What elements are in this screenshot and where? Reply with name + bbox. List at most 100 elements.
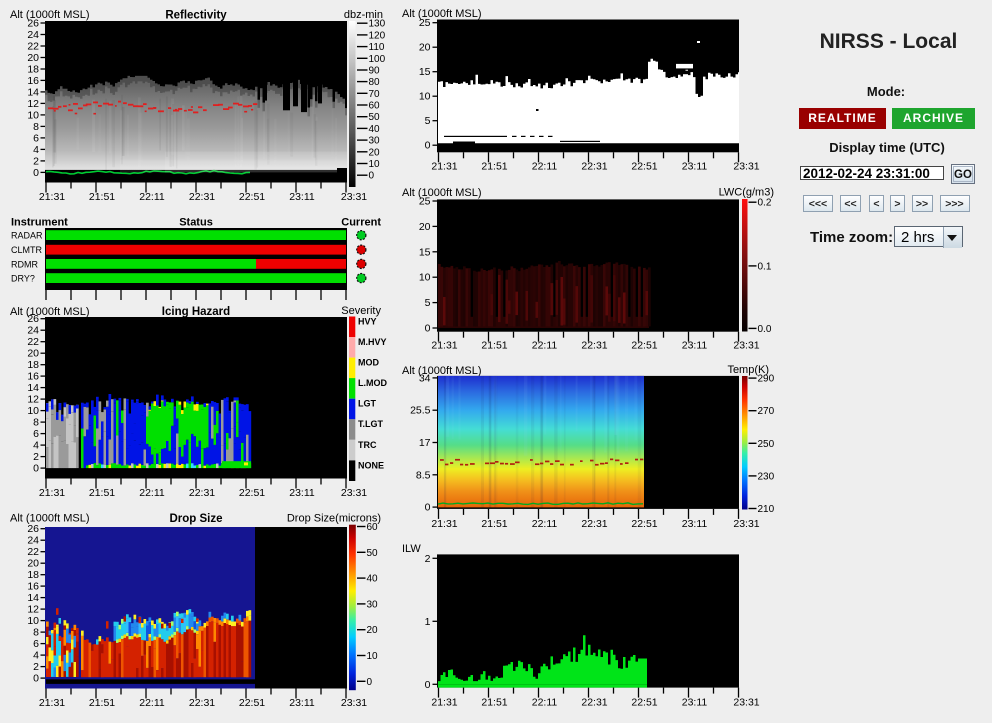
svg-text:Alt (1000ft MSL): Alt (1000ft MSL) [402, 365, 481, 377]
svg-text:24: 24 [27, 29, 39, 41]
svg-text:Alt (1000ft MSL): Alt (1000ft MSL) [402, 8, 481, 20]
svg-text:20: 20 [419, 221, 431, 233]
svg-text:22:51: 22:51 [239, 191, 265, 203]
svg-text:21:31: 21:31 [39, 697, 65, 709]
svg-text:21:51: 21:51 [481, 340, 507, 352]
svg-text:17: 17 [419, 437, 431, 449]
svg-text:40: 40 [369, 124, 381, 135]
svg-text:23:31: 23:31 [341, 697, 367, 709]
svg-text:0: 0 [425, 323, 431, 335]
svg-text:2: 2 [33, 451, 39, 463]
svg-text:22:31: 22:31 [189, 697, 215, 709]
svg-text:M.HVY: M.HVY [358, 337, 387, 347]
svg-text:20: 20 [27, 558, 39, 570]
svg-text:18: 18 [27, 569, 39, 581]
svg-text:10: 10 [27, 405, 39, 417]
svg-text:Reflectivity: Reflectivity [165, 10, 227, 22]
svg-text:23:11: 23:11 [682, 340, 708, 352]
svg-text:8.5: 8.5 [416, 469, 431, 481]
svg-text:23:11: 23:11 [682, 697, 708, 709]
svg-text:22:51: 22:51 [631, 340, 657, 352]
svg-text:23:31: 23:31 [733, 518, 759, 530]
svg-text:Drop Size: Drop Size [169, 513, 222, 525]
svg-text:22:51: 22:51 [239, 697, 265, 709]
svg-text:30: 30 [369, 136, 381, 147]
svg-text:ILW: ILW [402, 543, 421, 555]
svg-text:Severity: Severity [341, 305, 381, 317]
svg-text:21:31: 21:31 [431, 518, 457, 530]
svg-text:22:11: 22:11 [532, 161, 558, 173]
svg-text:50: 50 [369, 112, 381, 123]
svg-text:20: 20 [369, 147, 381, 158]
svg-text:Instrument: Instrument [11, 217, 68, 229]
svg-text:0: 0 [33, 673, 39, 685]
svg-text:Alt (1000ft MSL): Alt (1000ft MSL) [10, 306, 89, 318]
svg-text:2: 2 [33, 155, 39, 167]
svg-text:0: 0 [33, 167, 39, 179]
svg-text:22: 22 [27, 336, 39, 348]
svg-text:2: 2 [425, 553, 431, 565]
svg-text:130: 130 [369, 19, 386, 30]
svg-text:20: 20 [27, 52, 39, 64]
svg-text:21:51: 21:51 [89, 697, 115, 709]
svg-text:6: 6 [33, 132, 39, 144]
svg-text:20: 20 [367, 625, 379, 636]
svg-text:22:31: 22:31 [189, 191, 215, 203]
svg-text:23:11: 23:11 [289, 697, 315, 709]
svg-text:22:51: 22:51 [239, 487, 265, 499]
svg-text:23:11: 23:11 [682, 161, 708, 173]
svg-text:0: 0 [425, 502, 431, 514]
svg-text:MOD: MOD [358, 358, 379, 368]
svg-text:4: 4 [33, 144, 39, 156]
svg-text:22:11: 22:11 [532, 518, 558, 530]
svg-text:16: 16 [27, 581, 39, 593]
svg-text:14: 14 [27, 592, 39, 604]
svg-text:18: 18 [27, 64, 39, 76]
svg-text:0.0: 0.0 [758, 324, 772, 335]
svg-text:22:11: 22:11 [532, 697, 558, 709]
svg-text:23:11: 23:11 [289, 191, 315, 203]
svg-text:DRY?: DRY? [11, 274, 35, 284]
svg-text:10: 10 [419, 272, 431, 284]
svg-text:40: 40 [367, 574, 379, 585]
svg-text:21:31: 21:31 [431, 340, 457, 352]
svg-text:22:51: 22:51 [631, 518, 657, 530]
svg-text:25.5: 25.5 [410, 405, 431, 417]
svg-text:22:31: 22:31 [189, 487, 215, 499]
svg-text:60: 60 [367, 522, 379, 533]
svg-text:26: 26 [27, 18, 39, 30]
svg-text:0: 0 [367, 677, 373, 688]
svg-text:20: 20 [419, 42, 431, 54]
svg-text:50: 50 [367, 548, 379, 559]
svg-text:HVY: HVY [358, 317, 377, 327]
svg-text:8: 8 [33, 417, 39, 429]
svg-text:210: 210 [758, 504, 775, 515]
svg-text:NONE: NONE [358, 460, 384, 470]
svg-text:60: 60 [369, 101, 381, 112]
svg-text:14: 14 [27, 86, 39, 98]
svg-text:0: 0 [369, 171, 375, 182]
svg-text:120: 120 [369, 30, 386, 41]
svg-text:23:31: 23:31 [733, 161, 759, 173]
svg-text:15: 15 [419, 66, 431, 78]
svg-text:21:51: 21:51 [481, 697, 507, 709]
svg-text:22:51: 22:51 [631, 697, 657, 709]
svg-text:T.LGT: T.LGT [358, 419, 383, 429]
svg-text:8: 8 [33, 121, 39, 133]
svg-text:4: 4 [33, 440, 39, 452]
svg-text:RDMR: RDMR [11, 259, 38, 269]
svg-text:Alt (1000ft MSL): Alt (1000ft MSL) [10, 513, 89, 525]
svg-text:21:51: 21:51 [89, 191, 115, 203]
svg-text:26: 26 [27, 313, 39, 325]
svg-text:23:31: 23:31 [341, 191, 367, 203]
svg-text:24: 24 [27, 325, 39, 337]
svg-text:10: 10 [27, 109, 39, 121]
svg-text:0: 0 [425, 140, 431, 152]
svg-text:15: 15 [419, 246, 431, 258]
svg-text:23:31: 23:31 [341, 487, 367, 499]
svg-text:L.MOD: L.MOD [358, 378, 387, 388]
svg-text:22: 22 [27, 41, 39, 53]
svg-text:16: 16 [27, 75, 39, 87]
svg-text:Icing Hazard: Icing Hazard [162, 306, 230, 318]
svg-text:10: 10 [369, 159, 381, 170]
